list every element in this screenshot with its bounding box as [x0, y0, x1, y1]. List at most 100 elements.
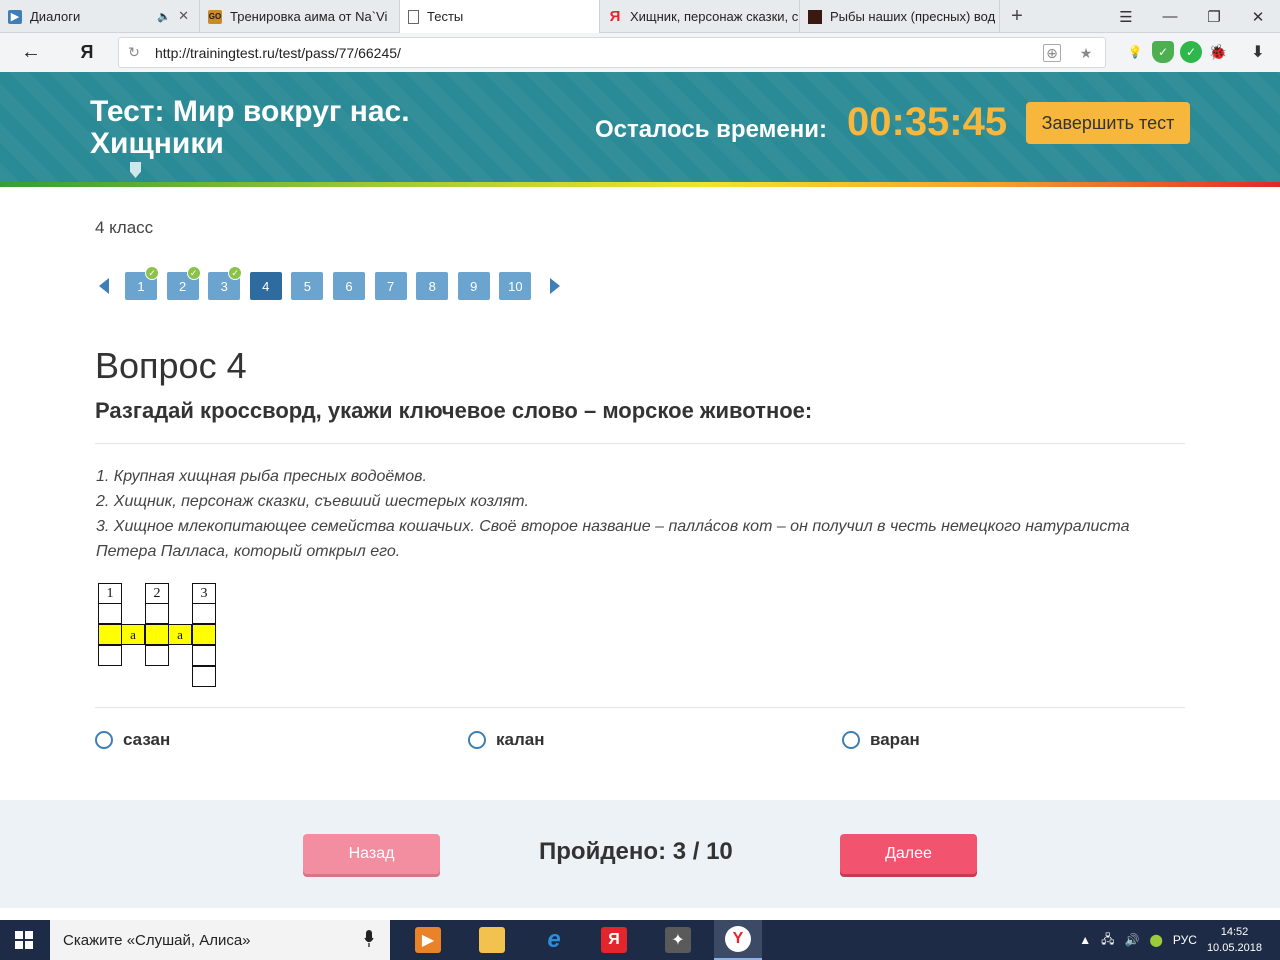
crossword-cell-key: а	[168, 624, 192, 645]
page-button-4[interactable]: 4	[249, 272, 282, 300]
page-number: 2	[178, 278, 187, 294]
question-heading: Вопрос 4	[95, 345, 247, 386]
page-button-8[interactable]: 8	[416, 272, 449, 300]
crossword-cell	[98, 645, 122, 666]
bookmark-star-icon[interactable]: ★	[1077, 44, 1095, 62]
test-title: Тест: Мир вокруг нас. Хищники	[90, 95, 410, 160]
page-button-10[interactable]: 10	[499, 272, 532, 300]
answered-check-icon: ✓	[145, 266, 159, 280]
internet-explorer-app[interactable]: e	[530, 920, 578, 960]
language-indicator[interactable]: РУС	[1173, 933, 1197, 947]
page-button-5[interactable]: 5	[291, 272, 324, 300]
page-button-3[interactable]: 3 ✓	[208, 266, 243, 300]
minimize-icon[interactable]: —	[1148, 0, 1192, 33]
answer-option-1[interactable]: сазан	[95, 730, 170, 750]
radio-button[interactable]	[95, 731, 113, 749]
yandex-home-button[interactable]: Я	[72, 38, 102, 68]
pager-numbers: 1 ✓ 2 ✓ 3 ✓ 4 5 6 7 8 9 10	[125, 266, 545, 300]
site-favicon-icon	[808, 9, 822, 24]
tab-tests[interactable]: Тесты	[400, 0, 600, 33]
menu-icon[interactable]: ☰	[1104, 0, 1148, 33]
ladybug-icon[interactable]: 🐞	[1207, 41, 1229, 63]
answer-option-2[interactable]: калан	[468, 730, 545, 750]
page-button-1[interactable]: 1 ✓	[125, 266, 159, 300]
url-text[interactable]: http://trainingtest.ru/test/pass/77/6624…	[149, 45, 401, 61]
answered-check-icon: ✓	[186, 266, 201, 280]
folder-icon	[479, 927, 505, 953]
media-player-icon: ▶	[415, 927, 441, 953]
radio-button[interactable]	[468, 731, 486, 749]
file-explorer-app[interactable]	[468, 920, 516, 960]
next-button[interactable]: Далее	[840, 834, 977, 874]
reload-icon[interactable]: ↻	[119, 44, 149, 61]
crossword-cell-key: а	[121, 624, 145, 645]
tab-label: Тренировка аима от Na`Vi	[230, 9, 388, 24]
prev-page-arrow-icon[interactable]	[95, 272, 113, 300]
lightbulb-icon[interactable]: 💡	[1124, 41, 1146, 63]
close-window-icon[interactable]: ✕	[1236, 0, 1280, 33]
download-icon[interactable]: ⬇	[1247, 41, 1269, 63]
clock-time: 14:52	[1220, 926, 1249, 938]
address-bar[interactable]: ↻ http://trainingtest.ru/test/pass/77/66…	[118, 37, 1106, 68]
answer-option-3[interactable]: варан	[842, 730, 920, 750]
clock[interactable]: 14:52 10.05.2018	[1207, 924, 1262, 956]
tab-label: Диалоги	[30, 9, 81, 24]
tray-chevron-icon[interactable]: ▲	[1079, 933, 1091, 947]
back-arrow-icon[interactable]: ←	[16, 38, 46, 68]
radio-button[interactable]	[842, 731, 860, 749]
crossword-cell-key	[145, 624, 169, 645]
clue-1: 1. Крупная хищная рыба пресных водоёмов.	[96, 468, 427, 485]
divider	[95, 443, 1185, 444]
rainbow-strip	[0, 182, 1280, 187]
tray-app-icon[interactable]: ⬤	[1149, 933, 1162, 947]
crossword-clues: 1. Крупная хищная рыба пресных водоёмов.…	[96, 464, 1186, 564]
progress-text: Пройдено: 3 / 10	[539, 838, 733, 865]
tab-label: Хищник, персонаж сказки, с	[630, 9, 799, 24]
question-text: Разгадай кроссворд, укажи ключевое слово…	[95, 398, 813, 423]
yandex-icon: Я	[609, 8, 621, 25]
taskbar-search[interactable]: Скажите «Слушай, Алиса»	[50, 920, 390, 960]
check-extension-icon[interactable]: ✓	[1180, 41, 1202, 63]
translate-icon[interactable]: ⊕	[1043, 44, 1061, 62]
tab-predator-search[interactable]: Я Хищник, персонаж сказки, с	[600, 0, 800, 33]
new-tab-button[interactable]: +	[1000, 0, 1034, 32]
restore-icon[interactable]: ❐	[1192, 0, 1236, 33]
play-icon: ▶	[8, 9, 22, 24]
tab-dialogs[interactable]: ▶ Диалоги 🔈 ✕	[0, 0, 200, 33]
crossword-number-3: 3	[192, 583, 216, 604]
page-number: 4	[262, 278, 270, 294]
microphone-icon[interactable]	[364, 930, 374, 948]
game-icon: ✦	[665, 927, 691, 953]
close-icon[interactable]: ✕	[178, 8, 189, 24]
grade-label: 4 класс	[95, 218, 154, 237]
start-button[interactable]	[0, 920, 48, 960]
page-number: 3	[220, 278, 228, 294]
clue-3: 3. Хищное млекопитающее семейства кошачь…	[96, 518, 1130, 560]
network-icon[interactable]: 🖧	[1101, 930, 1114, 951]
page-number: 6	[345, 278, 353, 294]
counter-strike-app[interactable]: ✦	[654, 920, 702, 960]
ie-icon: e	[547, 926, 561, 953]
tab-label: Рыбы наших (пресных) вод	[830, 9, 996, 24]
back-button[interactable]: Назад	[303, 834, 440, 874]
page-button-2[interactable]: 2 ✓	[166, 266, 201, 300]
page-button-9[interactable]: 9	[457, 272, 490, 300]
yandex-app[interactable]: Я	[590, 920, 638, 960]
crossword-cell	[192, 645, 216, 666]
yandex-browser-app[interactable]: Y	[714, 920, 762, 960]
tab-aim-training[interactable]: GO Тренировка аима от Na`Vi	[200, 0, 400, 33]
answer-label: варан	[870, 730, 920, 749]
finish-test-button[interactable]: Завершить тест	[1026, 102, 1190, 144]
yandex-browser-icon: Y	[725, 926, 751, 952]
page-number: 8	[428, 278, 436, 294]
page-button-7[interactable]: 7	[374, 272, 407, 300]
system-tray: ▲ 🖧 🔊 ⬤ РУС 14:52 10.05.2018	[1074, 920, 1280, 960]
crossword-number-1: 1	[98, 583, 122, 604]
speaker-icon[interactable]: 🔈	[157, 10, 171, 23]
shield-icon[interactable]: ✓	[1152, 41, 1174, 63]
next-page-arrow-icon[interactable]	[546, 272, 564, 300]
tab-fish[interactable]: Рыбы наших (пресных) вод	[800, 0, 1000, 33]
page-button-6[interactable]: 6	[333, 272, 365, 300]
volume-icon[interactable]: 🔊	[1125, 933, 1140, 947]
media-player-app[interactable]: ▶	[404, 920, 452, 960]
